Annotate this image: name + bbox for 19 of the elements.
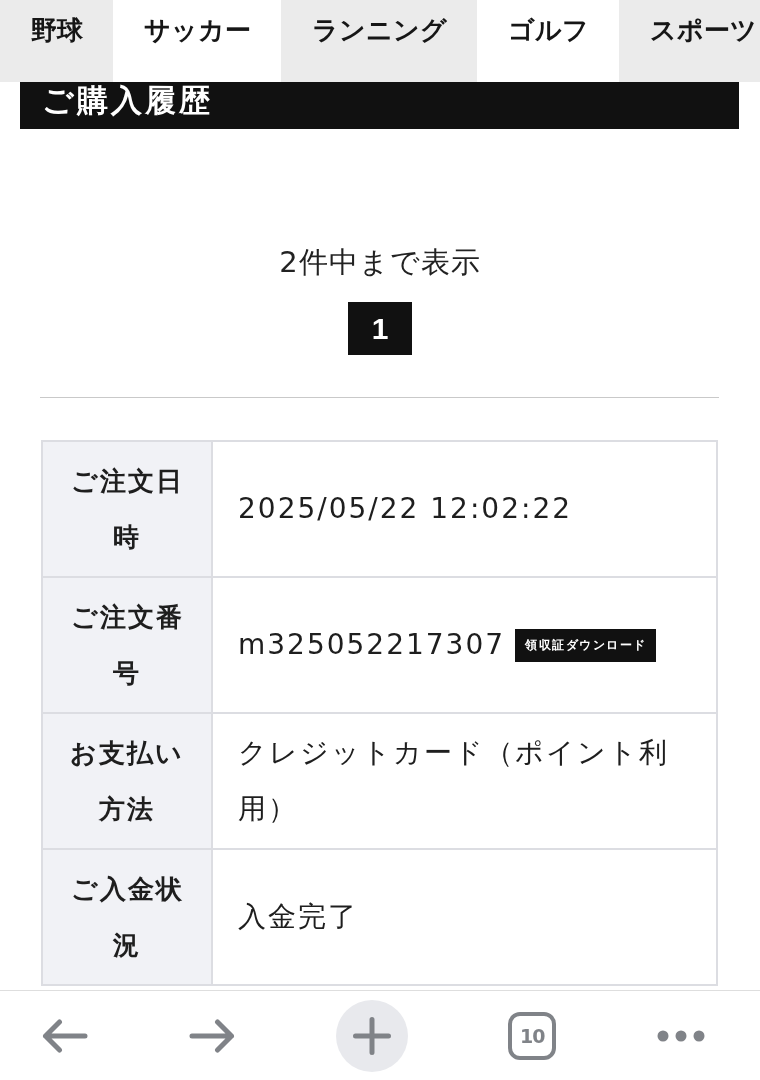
- table-cell-text: 入金完了: [237, 899, 359, 935]
- tab-count-button[interactable]: 10: [508, 1011, 557, 1060]
- receipt-download-button[interactable]: 領収証ダウンロード: [515, 628, 656, 662]
- forward-arrow-icon[interactable]: [188, 1018, 235, 1053]
- page-heading: ご購入履歴: [20, 82, 739, 129]
- plus-icon: [352, 1016, 391, 1055]
- table-cell-text: 2025/05/22 12:02:22: [237, 491, 574, 527]
- category-tab[interactable]: ゴルフ: [477, 0, 619, 82]
- table-header-cell: ご注文日時: [43, 442, 213, 576]
- table-header-cell: お支払い方法: [43, 714, 213, 848]
- table-header-cell: ご入金状況: [43, 850, 213, 984]
- table-header-cell: ご注文番号: [43, 578, 213, 712]
- more-icon[interactable]: [657, 1029, 705, 1042]
- table-cell-text: クレジットカード（ポイント利用）: [237, 735, 670, 827]
- order-number-text: m325052217307: [238, 627, 506, 663]
- result-count-text: 2件中まで表示: [279, 244, 481, 281]
- back-arrow-icon[interactable]: [42, 1018, 88, 1053]
- page-button[interactable]: 1: [348, 302, 412, 355]
- category-tab[interactable]: サッカー: [113, 0, 281, 82]
